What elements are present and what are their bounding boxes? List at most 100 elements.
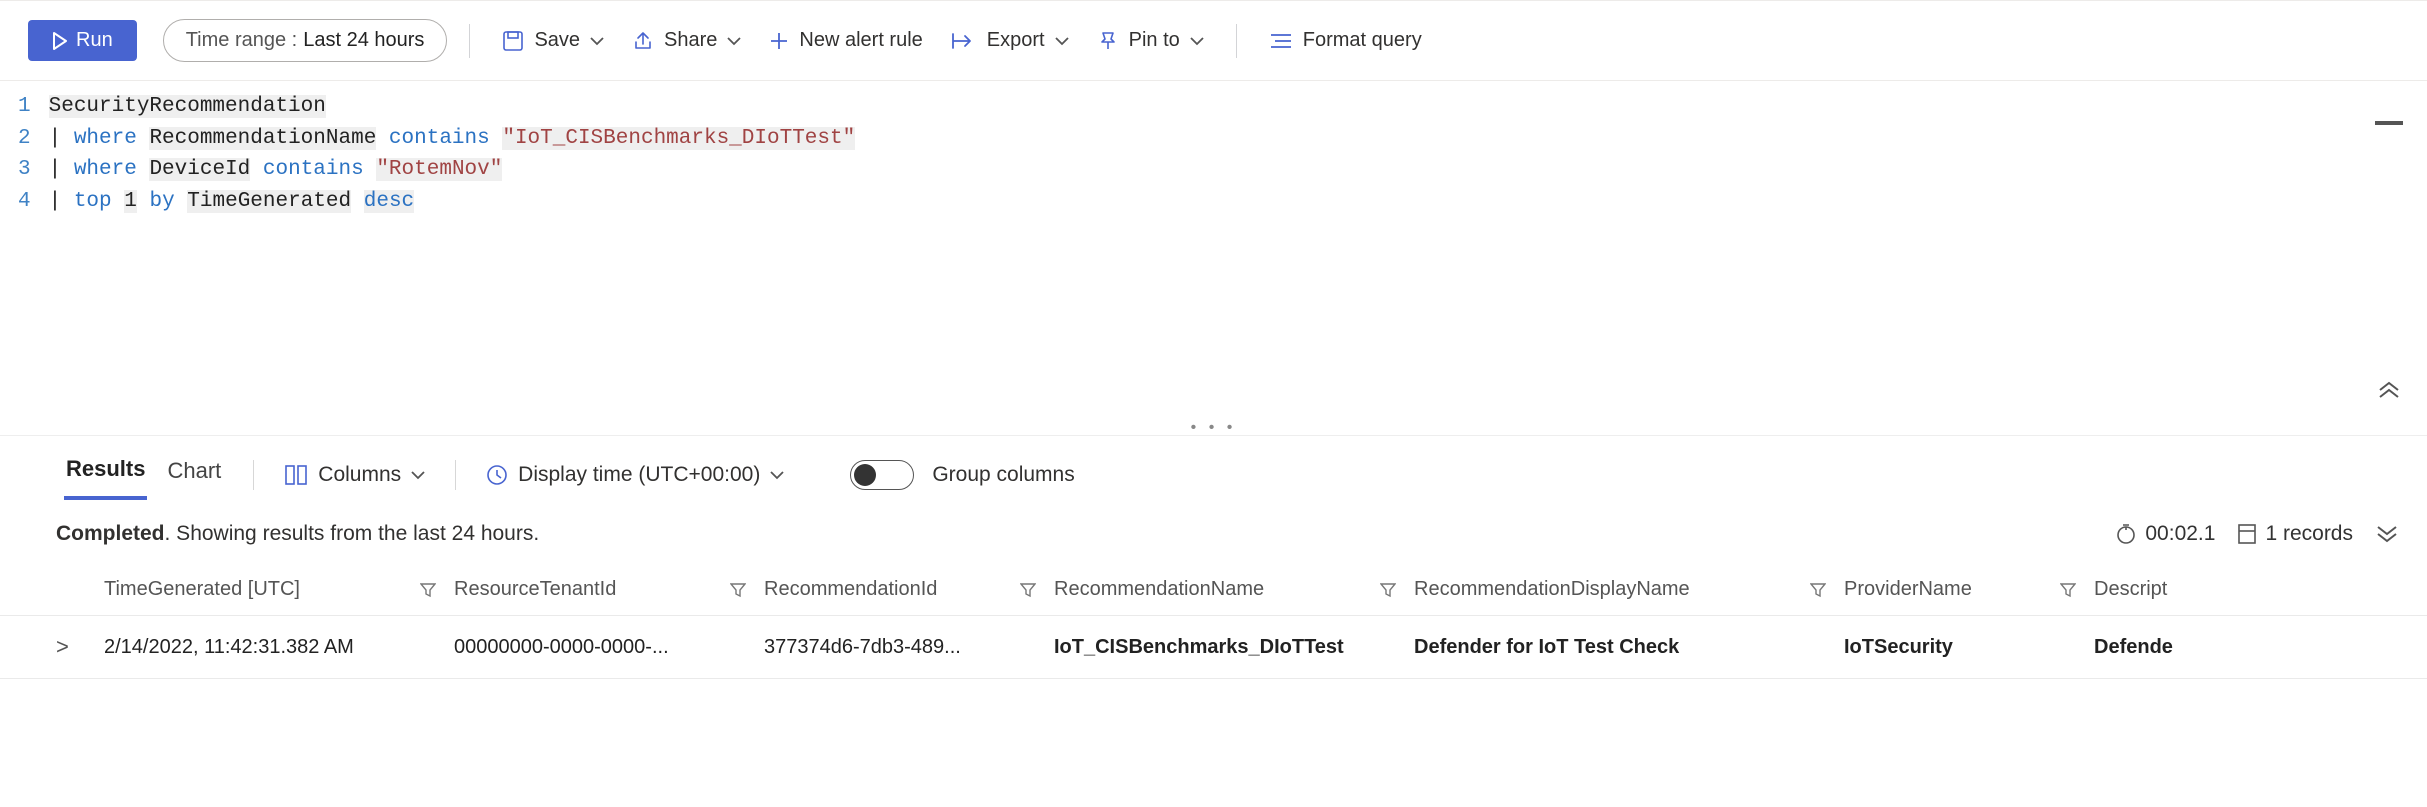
col-time[interactable]: TimeGenerated [UTC] [104,578,454,601]
pin-icon [1097,30,1119,52]
save-label: Save [534,29,580,52]
save-icon [502,30,524,52]
columns-icon [284,464,308,486]
token-keyword: desc [364,190,414,213]
filter-icon[interactable] [412,582,444,598]
query-editor[interactable]: 1 2 3 4 SecurityRecommendation| where Re… [0,81,2427,419]
token-keyword: where [74,127,137,150]
run-button[interactable]: Run [28,20,137,61]
filter-icon[interactable] [722,582,754,598]
line-gutter: 1 2 3 4 [18,91,49,419]
display-time-button[interactable]: Display time (UTC+00:00) [486,463,784,487]
chevron-down-icon [411,470,425,480]
col-label: ResourceTenantId [454,578,616,601]
filter-icon[interactable] [1802,582,1834,598]
col-recname[interactable]: RecommendationName [1054,578,1414,601]
col-label: RecommendationDisplayName [1414,578,1690,601]
divider [469,24,470,58]
record-count: 1 records [2237,522,2353,546]
chevron-down-icon [1055,36,1069,46]
col-provider[interactable]: ProviderName [1844,578,2094,601]
plus-icon [769,31,789,51]
token-string: "IoT_CISBenchmarks_DIoTTest" [502,127,855,150]
editor-side-actions [2375,119,2403,127]
export-label: Export [987,29,1045,52]
cell-recid: 377374d6-7db3-489... [764,636,961,659]
new-alert-button[interactable]: New alert rule [759,23,932,58]
token-ident: TimeGenerated [187,190,351,213]
display-time-label: Display time (UTC+00:00) [518,463,760,487]
token-keyword: contains [263,158,364,181]
token-keyword: where [74,158,137,181]
minimize-icon[interactable] [2375,119,2403,127]
code-area[interactable]: SecurityRecommendation| where Recommenda… [49,91,2409,419]
resize-handle[interactable]: • • • [0,419,2427,435]
format-query-button[interactable]: Format query [1259,23,1432,58]
status-line: Completed. Showing results from the last… [0,500,2427,564]
share-button[interactable]: Share [622,23,751,58]
play-icon [52,32,68,50]
tab-chart[interactable]: Chart [165,452,223,498]
elapsed-time: 00:02.1 [2115,522,2215,546]
format-icon [1269,31,1293,51]
clock-icon [486,464,508,486]
filter-icon[interactable] [2052,582,2084,598]
col-dispname[interactable]: RecommendationDisplayName [1414,578,1844,601]
token-ident: RecommendationName [149,127,376,150]
columns-label: Columns [318,463,401,487]
export-button[interactable]: Export [941,23,1079,58]
line-number: 1 [18,91,31,123]
run-label: Run [76,29,113,52]
token-pipe: | [49,158,62,181]
col-recid[interactable]: RecommendationId [764,578,1054,601]
cell-time: 2/14/2022, 11:42:31.382 AM [104,636,354,659]
col-label: RecommendationName [1054,578,1264,601]
group-columns-label: Group columns [932,463,1074,487]
line-number: 2 [18,123,31,155]
chevron-down-icon [770,470,784,480]
col-label: TimeGenerated [UTC] [104,578,300,601]
col-tenant[interactable]: ResourceTenantId [454,578,764,601]
table-row[interactable]: > 2/14/2022, 11:42:31.382 AM 00000000-00… [0,616,2427,679]
records-value: 1 records [2265,522,2353,546]
chevron-down-icon [727,36,741,46]
tab-results[interactable]: Results [64,450,147,500]
pin-button[interactable]: Pin to [1087,23,1214,58]
cell-recname: IoT_CISBenchmarks_DIoTTest [1054,636,1344,659]
toggle-knob [854,464,876,486]
filter-icon[interactable] [1012,582,1044,598]
line-number: 3 [18,154,31,186]
scroll-up-icon[interactable] [2377,381,2401,399]
elapsed-value: 00:02.1 [2145,522,2215,546]
time-range-picker[interactable]: Time range : Last 24 hours [163,19,448,62]
col-label: Descript [2094,578,2167,601]
token-keyword: by [149,190,174,213]
token-string: "RotemNov" [376,158,502,181]
pin-label: Pin to [1129,29,1180,52]
columns-button[interactable]: Columns [284,463,425,487]
save-button[interactable]: Save [492,23,614,58]
status-right: 00:02.1 1 records [2115,522,2399,546]
col-description[interactable]: Descript [2094,578,2244,601]
token-number: 1 [124,190,137,213]
token-pipe: | [49,190,62,213]
time-range-label: Time range : [186,29,298,52]
token-ident: DeviceId [149,158,250,181]
stopwatch-icon [2115,523,2137,545]
expand-down-icon[interactable] [2375,525,2399,543]
cell-tenant: 00000000-0000-0000-... [454,636,669,659]
cell-desc: Defende [2094,636,2173,659]
expand-row-icon[interactable]: > [56,634,104,660]
group-columns-toggle[interactable] [850,460,914,490]
chevron-down-icon [590,36,604,46]
token-keyword: top [74,190,112,213]
results-grid: TimeGenerated [UTC] ResourceTenantId Rec… [0,564,2427,679]
time-range-value: Last 24 hours [303,29,424,52]
divider [455,460,456,490]
export-icon [951,31,977,51]
new-alert-label: New alert rule [799,29,922,52]
filter-icon[interactable] [1372,582,1404,598]
format-label: Format query [1303,29,1422,52]
share-icon [632,30,654,52]
results-bar: Results Chart Columns Display time (UTC+… [0,435,2427,500]
